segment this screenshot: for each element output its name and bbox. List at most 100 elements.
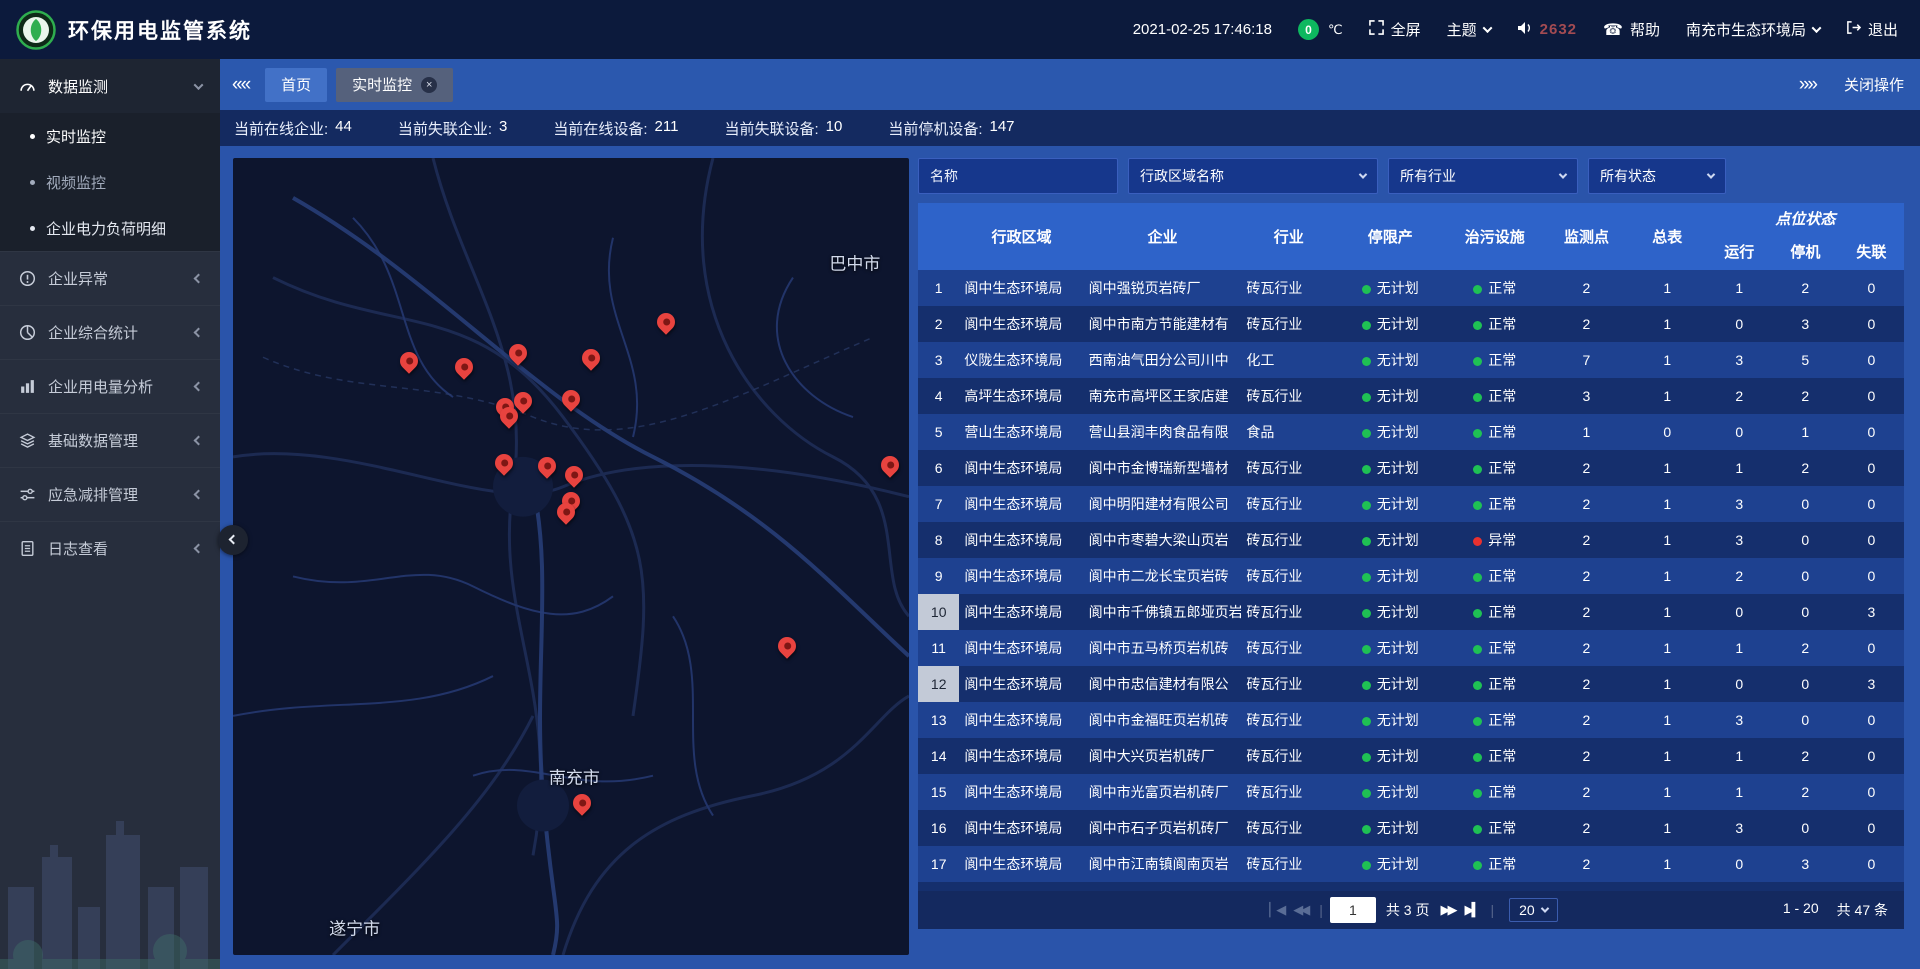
sidebar-group-data-monitoring[interactable]: 数据监测 xyxy=(0,59,220,113)
table-row[interactable]: 3 仪陇生态环境局 西南油气田分公司川中 化工 无计划 正常 7 1 3 xyxy=(918,342,1904,378)
table-row[interactable]: 9 阆中生态环境局 阆中市二龙长宝页岩砖 砖瓦行业 无计划 正常 2 1 2 xyxy=(918,558,1904,594)
row-treatment: 正常 xyxy=(1444,882,1545,891)
row-meter: 1 xyxy=(1628,738,1707,774)
help-button[interactable]: ☎ 帮助 xyxy=(1603,19,1660,40)
sidebar-group-logs[interactable]: 日志查看 xyxy=(0,521,220,575)
row-points: 2 xyxy=(1545,738,1628,774)
row-company: 营山县润丰肉食品有限 xyxy=(1084,414,1242,450)
row-treatment: 正常 xyxy=(1444,702,1545,738)
row-meter: 1 xyxy=(1628,846,1707,882)
row-lost: 0 xyxy=(1839,558,1904,594)
page-size-select[interactable]: 20 xyxy=(1509,898,1558,922)
sidebar-group-enterprise-abnormal[interactable]: 企业异常 xyxy=(0,251,220,305)
table-row[interactable]: 6 阆中生态环境局 阆中市金博瑞新型墙材 砖瓦行业 无计划 正常 2 1 1 xyxy=(918,450,1904,486)
row-run: 0 xyxy=(1707,666,1772,702)
row-meter: 1 xyxy=(1628,378,1707,414)
row-treatment: 正常 xyxy=(1444,342,1545,378)
table-row[interactable]: 18 南部生态环境局 南部县瑞华页岩砖有限 砖瓦行业 无计划 正常 2 1 0 xyxy=(918,882,1904,891)
map-panel[interactable]: 巴中市南充市遂宁市 xyxy=(233,158,909,955)
row-company: 阆中市南方节能建材有 xyxy=(1084,306,1242,342)
logout-button[interactable]: 退出 xyxy=(1846,19,1898,40)
column-header-lost[interactable]: 失联 xyxy=(1839,233,1904,270)
table-row[interactable]: 15 阆中生态环境局 阆中市光富页岩机砖厂 砖瓦行业 无计划 正常 2 1 1 xyxy=(918,774,1904,810)
table-row[interactable]: 10 阆中生态环境局 阆中市千佛镇五郎垭页岩 砖瓦行业 无计划 正常 2 1 0 xyxy=(918,594,1904,630)
chevron-down-icon xyxy=(1359,170,1367,178)
row-points: 2 xyxy=(1545,882,1628,891)
limit-status-dot xyxy=(1362,645,1371,654)
pagination-range: 1 - 20 共 47 条 xyxy=(1783,900,1888,920)
sidebar-group-base-data[interactable]: 基础数据管理 xyxy=(0,413,220,467)
column-header-industry[interactable]: 行业 xyxy=(1241,203,1336,270)
column-header-treatment[interactable]: 治污设施 xyxy=(1444,203,1545,270)
row-lost: 0 xyxy=(1839,882,1904,891)
sidebar-group-enterprise-stats[interactable]: 企业综合统计 xyxy=(0,305,220,359)
table-row[interactable]: 17 阆中生态环境局 阆中市江南镇阆南页岩 砖瓦行业 无计划 正常 2 1 0 xyxy=(918,846,1904,882)
row-limit: 无计划 xyxy=(1336,702,1444,738)
column-header-region[interactable]: 行政区域 xyxy=(959,203,1083,270)
column-header-point-status: 点位状态 xyxy=(1707,203,1904,233)
row-limit: 无计划 xyxy=(1336,414,1444,450)
table-row[interactable]: 13 阆中生态环境局 阆中市金福旺页岩机砖 砖瓦行业 无计划 正常 2 1 3 xyxy=(918,702,1904,738)
row-meter: 1 xyxy=(1628,594,1707,630)
row-points: 7 xyxy=(1545,342,1628,378)
limit-status-dot xyxy=(1362,285,1371,294)
first-page-button[interactable]: ▏◀ xyxy=(1269,902,1283,918)
column-header-run[interactable]: 运行 xyxy=(1707,233,1772,270)
table-row[interactable]: 2 阆中生态环境局 阆中市南方节能建材有 砖瓦行业 无计划 正常 2 1 0 xyxy=(918,306,1904,342)
org-selector[interactable]: 南充市生态环境局 xyxy=(1686,19,1820,40)
row-region: 阆中生态环境局 xyxy=(959,450,1083,486)
row-treatment: 异常 xyxy=(1444,522,1545,558)
region-select[interactable]: 行政区域名称 xyxy=(1128,158,1378,194)
status-select[interactable]: 所有状态 xyxy=(1588,158,1726,194)
table-row[interactable]: 8 阆中生态环境局 阆中市枣碧大梁山页岩 砖瓦行业 无计划 异常 2 1 3 xyxy=(918,522,1904,558)
industry-select[interactable]: 所有行业 xyxy=(1388,158,1578,194)
layers-icon xyxy=(18,432,36,450)
table-row[interactable]: 4 高坪生态环境局 南充市高坪区王家店建 砖瓦行业 无计划 正常 3 1 2 xyxy=(918,378,1904,414)
table-row[interactable]: 7 阆中生态环境局 阆中明阳建材有限公司 砖瓦行业 无计划 正常 2 1 3 xyxy=(918,486,1904,522)
tab-realtime-monitor[interactable]: 实时监控 × xyxy=(336,68,453,102)
table-row[interactable]: 11 阆中生态环境局 阆中市五马桥页岩机砖 砖瓦行业 无计划 正常 2 1 1 xyxy=(918,630,1904,666)
table-row[interactable]: 5 营山生态环境局 营山县润丰肉食品有限 食品 无计划 正常 1 0 0 xyxy=(918,414,1904,450)
prev-page-button[interactable]: ◀◀ xyxy=(1293,902,1307,918)
name-search-input[interactable] xyxy=(918,158,1118,194)
row-index: 6 xyxy=(918,450,959,486)
stat-value: 10 xyxy=(826,118,843,139)
column-header-company[interactable]: 企业 xyxy=(1084,203,1242,270)
row-limit: 无计划 xyxy=(1336,774,1444,810)
row-limit: 无计划 xyxy=(1336,342,1444,378)
row-region: 阆中生态环境局 xyxy=(959,630,1083,666)
tab-home[interactable]: 首页 xyxy=(265,68,327,102)
sidebar-item-video-monitor[interactable]: 视频监控 xyxy=(0,159,220,205)
fullscreen-button[interactable]: 全屏 xyxy=(1369,19,1421,40)
table-row[interactable]: 14 阆中生态环境局 阆中大兴页岩机砖厂 砖瓦行业 无计划 正常 2 1 1 xyxy=(918,738,1904,774)
tab-close-icon[interactable]: × xyxy=(421,77,437,93)
table-row[interactable]: 1 阆中生态环境局 阆中强锐页岩砖厂 砖瓦行业 无计划 正常 2 1 1 xyxy=(918,270,1904,306)
column-header-stop[interactable]: 停机 xyxy=(1772,233,1839,270)
sidebar-group-power-analysis[interactable]: 企业用电量分析 xyxy=(0,359,220,413)
column-header-points[interactable]: 监测点 xyxy=(1545,203,1628,270)
theme-selector[interactable]: 主题 xyxy=(1447,19,1491,40)
row-points: 2 xyxy=(1545,702,1628,738)
row-company: 阆中强锐页岩砖厂 xyxy=(1084,270,1242,306)
limit-status-dot xyxy=(1362,573,1371,582)
page-number-input[interactable] xyxy=(1330,897,1376,923)
city-silhouette-decoration xyxy=(0,769,220,969)
last-page-button[interactable]: ▶▍ xyxy=(1465,902,1479,918)
row-treatment: 正常 xyxy=(1444,666,1545,702)
column-header-limit[interactable]: 停限产 xyxy=(1336,203,1444,270)
row-industry: 砖瓦行业 xyxy=(1241,522,1336,558)
tabs-scroll-right-button[interactable]: »» xyxy=(1799,74,1816,96)
sidebar-group-emergency[interactable]: 应急减排管理 xyxy=(0,467,220,521)
column-header-meter[interactable]: 总表 xyxy=(1628,203,1707,270)
row-run: 3 xyxy=(1707,486,1772,522)
sidebar-collapse-button[interactable] xyxy=(218,525,248,555)
sidebar-item-realtime-monitor[interactable]: 实时监控 xyxy=(0,113,220,159)
alarm-area[interactable]: 2632 xyxy=(1517,21,1577,39)
filter-bar: 行政区域名称 所有行业 所有状态 xyxy=(918,158,1904,194)
table-row[interactable]: 12 阆中生态环境局 阆中市忠信建材有限公 砖瓦行业 无计划 正常 2 1 0 xyxy=(918,666,1904,702)
table-row[interactable]: 16 阆中生态环境局 阆中市石子页岩机砖厂 砖瓦行业 无计划 正常 2 1 3 xyxy=(918,810,1904,846)
next-page-button[interactable]: ▶▶ xyxy=(1441,902,1455,918)
close-operations-button[interactable]: 关闭操作 xyxy=(1844,74,1904,95)
tabs-scroll-left-button[interactable]: «« xyxy=(232,74,249,96)
sidebar-item-power-load-detail[interactable]: 企业电力负荷明细 xyxy=(0,205,220,251)
